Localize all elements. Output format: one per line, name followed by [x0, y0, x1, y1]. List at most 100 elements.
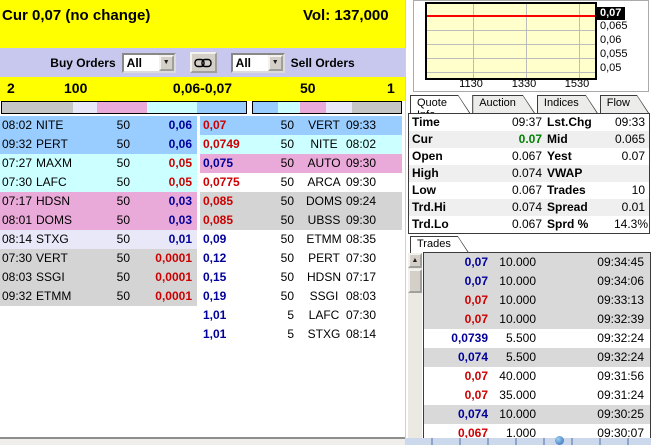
order-price: 0,085	[200, 211, 266, 230]
trade-row[interactable]: 0,07395.50009:32:24	[424, 329, 650, 348]
quote-value	[614, 165, 649, 182]
buy-depth-bar	[1, 101, 247, 114]
trade-row[interactable]: 0,0710.00009:32:39	[424, 310, 650, 329]
order-price: 0,09	[200, 230, 266, 249]
sell-order-row[interactable]: 0,1550HDSN07:17	[200, 268, 402, 287]
buy-order-row[interactable]: 08:02NITE500,06	[0, 116, 197, 135]
order-price: 0,05	[130, 173, 197, 192]
order-time: 08:14	[346, 325, 386, 344]
quote-label: Sprd %	[542, 216, 614, 233]
order-time: 09:30	[346, 154, 386, 173]
buy-order-row[interactable]: 08:03SSGI500,0001	[0, 268, 197, 287]
order-price: 0,12	[200, 249, 266, 268]
trade-row[interactable]: 0,0740.00009:31:56	[424, 367, 650, 386]
y-tick-label: 0,05	[600, 62, 621, 74]
chevron-down-icon[interactable]: ▼	[268, 55, 283, 71]
link-filters-button[interactable]	[190, 52, 217, 73]
order-broker: NITE	[302, 135, 346, 154]
quote-info-row: Time09:37Lst.Chg09:33	[409, 114, 649, 131]
depth-segment	[278, 102, 300, 113]
trade-qty: 10.000	[488, 405, 536, 424]
buy-order-row[interactable]: 07:27MAXM500,05	[0, 154, 197, 173]
order-time: 08:02	[0, 116, 36, 135]
buy-order-row[interactable]: 08:14STXG500,01	[0, 230, 197, 249]
depth-segment	[97, 102, 147, 113]
tab-label: Flow	[600, 95, 649, 109]
order-price: 0,05	[130, 154, 197, 173]
order-time: 08:03	[346, 287, 386, 306]
order-price: 0,0001	[130, 287, 197, 306]
quote-label: Spread	[542, 199, 614, 216]
order-qty: 50	[266, 230, 294, 249]
trade-price: 0,07	[424, 272, 488, 291]
sell-order-row[interactable]: 0,1250PERT07:30	[200, 249, 402, 268]
tab-indices[interactable]: Indices	[537, 95, 598, 113]
quote-label: Lst.Chg	[542, 114, 614, 131]
trade-qty: 5.500	[488, 348, 536, 367]
depth-segment	[73, 102, 97, 113]
trade-row[interactable]: 0,0710.00009:34:45	[424, 253, 650, 272]
chevron-down-icon[interactable]: ▼	[159, 55, 174, 71]
order-time: 08:01	[0, 211, 36, 230]
tab-auction[interactable]: Auction	[472, 95, 535, 113]
buy-filter-dropdown[interactable]: All ▼	[122, 53, 176, 73]
buy-order-row[interactable]: 09:32ETMM500,0001	[0, 287, 197, 306]
sell-order-row[interactable]: 1,015LAFC07:30	[200, 306, 402, 325]
depth-segment	[326, 102, 353, 113]
order-qty: 50	[266, 211, 294, 230]
depth-segment	[352, 102, 401, 113]
sell-order-row[interactable]: 0,1950SSGI08:03	[200, 287, 402, 306]
trade-row[interactable]: 0,0745.50009:32:24	[424, 348, 650, 367]
order-qty: 50	[266, 116, 294, 135]
sell-order-row[interactable]: 0,07550AUTO09:30	[200, 154, 402, 173]
best-bid-ask: 0,06-0,07	[0, 80, 405, 96]
scroll-up-arrow-icon[interactable]: ▲	[408, 253, 422, 268]
buy-order-row[interactable]: 08:01DOMS500,03	[0, 211, 197, 230]
order-broker: NITE	[36, 116, 94, 135]
current-price-text: Cur 0,07 (no change)	[2, 7, 150, 24]
sell-order-row[interactable]: 0,077550ARCA09:30	[200, 173, 402, 192]
quote-label: Open	[409, 148, 502, 165]
order-qty: 50	[266, 249, 294, 268]
quote-label: Low	[409, 182, 502, 199]
trades-scrollbar[interactable]: ▲	[408, 253, 422, 445]
order-time: 09:30	[346, 173, 386, 192]
sell-order-count: 1	[387, 80, 395, 96]
sell-order-row[interactable]: 0,08550DOMS09:24	[200, 192, 402, 211]
order-time: 08:03	[0, 268, 36, 287]
order-broker: LAFC	[302, 306, 346, 325]
sell-filter-value: All	[233, 55, 268, 71]
trade-row[interactable]: 0,0735.00009:31:24	[424, 386, 650, 405]
sell-order-row[interactable]: 0,074950NITE08:02	[200, 135, 402, 154]
tab-quote-info[interactable]: Quote Info	[410, 95, 470, 113]
trade-row[interactable]: 0,07410.00009:30:25	[424, 405, 650, 424]
order-broker: DOMS	[302, 192, 346, 211]
sell-order-row[interactable]: 0,08550UBSS09:30	[200, 211, 402, 230]
trade-qty: 10.000	[488, 291, 536, 310]
sell-order-row[interactable]: 1,015STXG08:14	[200, 325, 402, 344]
volume-text: Vol: 137,000	[303, 7, 389, 24]
buy-order-row[interactable]: 07:30VERT500,0001	[0, 249, 197, 268]
sell-filter-dropdown[interactable]: All ▼	[231, 53, 285, 73]
quote-value: 09:33	[614, 114, 649, 131]
tab-flow[interactable]: Flow	[600, 95, 649, 113]
scrollbar-thumb[interactable]	[408, 269, 422, 293]
quote-value: 0.07	[502, 131, 542, 148]
trade-row[interactable]: 0,0710.00009:33:13	[424, 291, 650, 310]
sell-orders-label: Sell Orders	[291, 56, 355, 70]
quote-value: 0.067	[502, 182, 542, 199]
sell-depth-bar	[252, 101, 402, 114]
buy-order-row[interactable]: 09:32PERT500,06	[0, 135, 197, 154]
y-gridline	[427, 58, 595, 59]
buy-order-row[interactable]: 07:30LAFC500,05	[0, 173, 197, 192]
sell-order-row[interactable]: 0,0950ETMM08:35	[200, 230, 402, 249]
order-broker: SSGI	[36, 268, 94, 287]
order-broker: VERT	[302, 116, 346, 135]
sell-order-row[interactable]: 0,0750VERT09:33	[200, 116, 402, 135]
order-broker: DOMS	[36, 211, 94, 230]
order-time: 07:17	[0, 192, 36, 211]
order-broker: VERT	[36, 249, 94, 268]
trade-row[interactable]: 0,0710.00009:34:06	[424, 272, 650, 291]
order-broker: ARCA	[302, 173, 346, 192]
buy-order-row[interactable]: 07:17HDSN500,03	[0, 192, 197, 211]
